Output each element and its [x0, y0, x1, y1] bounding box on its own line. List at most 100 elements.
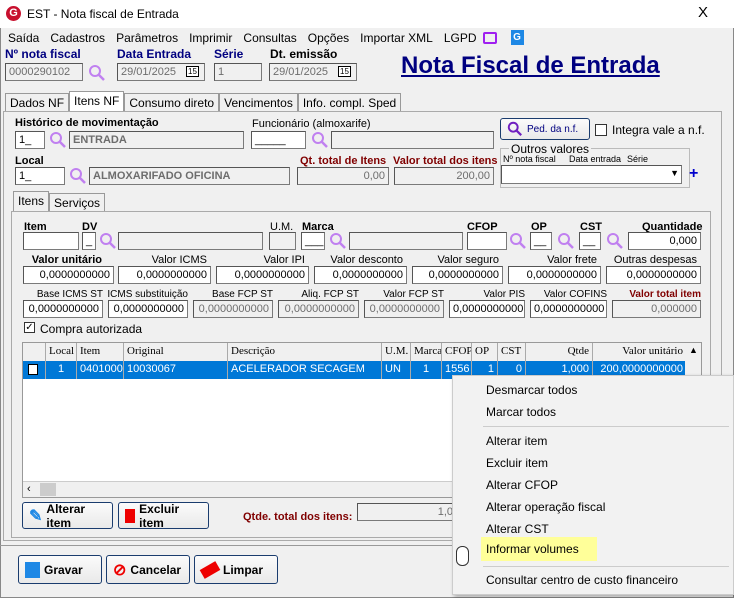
tab-consumo-direto[interactable]: Consumo direto — [124, 93, 220, 111]
menu-consultas[interactable]: Consultas — [243, 31, 296, 45]
gravar-button[interactable]: Gravar — [18, 555, 102, 584]
limpar-button[interactable]: Limpar — [194, 555, 278, 584]
value-field[interactable]: 0,0000000000 — [23, 266, 114, 284]
funcionario-code-field[interactable]: _____ — [251, 131, 306, 149]
dv-field[interactable]: _ — [82, 232, 96, 250]
menu-item-consultar-centro-custo[interactable]: Consultar centro de custo financeiro — [486, 573, 678, 587]
cfop-field[interactable] — [467, 232, 507, 250]
column-header[interactable]: CFOP — [442, 343, 472, 361]
outros-valores-dropdown[interactable]: ▼ — [501, 165, 682, 184]
value-field[interactable]: 0,0000000000 — [108, 300, 188, 318]
local-code-field[interactable]: 1_ — [15, 167, 65, 185]
value-field[interactable]: 0,0000000000 — [118, 266, 211, 284]
add-icon[interactable]: + — [689, 165, 698, 183]
column-header[interactable]: Valor unitário — [593, 343, 687, 361]
menu-saida[interactable]: Saída — [8, 31, 39, 45]
menu-bar: Saída Cadastros Parâmetros Imprimir Cons… — [8, 30, 535, 45]
column-header[interactable]: Qtde — [526, 343, 593, 361]
window-title: EST - Nota fiscal de Entrada — [27, 7, 179, 21]
integra-checkbox[interactable] — [595, 124, 607, 136]
dt-emissao-label: Dt. emissão — [270, 47, 338, 61]
calendar-icon[interactable]: 15 — [186, 66, 199, 77]
search-icon[interactable] — [69, 167, 87, 185]
column-header[interactable]: CST — [498, 343, 526, 361]
column-header[interactable]: Descrição — [228, 343, 382, 361]
tab-info-compl-sped[interactable]: Info. compl. Sped — [297, 93, 402, 111]
tab-itens-nf[interactable]: Itens NF — [69, 91, 125, 111]
menu-item-alterar-operacao-fiscal[interactable]: Alterar operação fiscal — [486, 500, 605, 514]
menu-item-alterar-item[interactable]: Alterar item — [486, 434, 547, 448]
limpar-label: Limpar — [223, 562, 264, 577]
search-icon[interactable] — [99, 232, 117, 250]
search-icon[interactable] — [329, 232, 347, 250]
menu-item-informar-volumes[interactable]: Informar volumes — [481, 537, 597, 561]
value-field[interactable]: 0,0000000000 — [23, 300, 103, 318]
menu-lgpd[interactable]: LGPD — [444, 31, 477, 45]
value-field[interactable]: 0,0000000000 — [449, 300, 525, 318]
tab-itens[interactable]: Itens — [13, 191, 50, 211]
search-icon[interactable] — [88, 64, 106, 82]
search-icon[interactable] — [49, 131, 67, 149]
save-icon — [25, 561, 40, 578]
valor-total-label: Valor total dos itens — [393, 155, 498, 167]
menu-item-alterar-cfop[interactable]: Alterar CFOP — [486, 478, 558, 492]
value-field[interactable]: 0,0000000000 — [216, 266, 309, 284]
value-label: Valor PIS — [483, 289, 526, 300]
item-field[interactable] — [23, 232, 79, 250]
data-entrada-value: 29/01/2025 — [121, 66, 177, 78]
title-bar: G EST - Nota fiscal de Entrada X — [0, 0, 734, 28]
menu-item-marcar-todos[interactable]: Marcar todos — [486, 405, 556, 419]
outros-col-data: Data entrada — [569, 154, 622, 164]
calendar-icon[interactable]: 15 — [338, 66, 351, 77]
menu-item-desmarcar-todos[interactable]: Desmarcar todos — [486, 383, 577, 397]
menu-opcoes[interactable]: Opções — [308, 31, 349, 45]
historico-code-field[interactable]: 1_ — [15, 131, 45, 149]
tab-vencimentos[interactable]: Vencimentos — [219, 93, 298, 111]
scroll-up-icon[interactable]: ▲ — [689, 345, 698, 355]
tab-dados-nf[interactable]: Dados NF — [5, 93, 70, 111]
row-checkbox[interactable] — [28, 364, 38, 375]
serie-field[interactable]: 1 — [214, 63, 262, 81]
value-field[interactable]: 0,0000000000 — [530, 300, 607, 318]
column-header[interactable] — [23, 343, 46, 361]
column-header[interactable]: U.M. — [382, 343, 411, 361]
search-icon[interactable] — [311, 131, 329, 149]
menu-item-alterar-cst[interactable]: Alterar CST — [486, 522, 549, 536]
column-header[interactable]: Item — [77, 343, 124, 361]
cst-field[interactable]: __ — [579, 232, 601, 250]
search-icon[interactable] — [557, 232, 575, 250]
menu-importar-xml[interactable]: Importar XML — [360, 31, 433, 45]
cancelar-button[interactable]: ⊘ Cancelar — [106, 555, 190, 584]
column-header[interactable]: OP — [472, 343, 498, 361]
menu-item-excluir-item[interactable]: Excluir item — [486, 456, 548, 470]
quantidade-field[interactable]: 0,000 — [628, 232, 701, 250]
value-field[interactable]: 0,0000000000 — [508, 266, 601, 284]
search-icon[interactable] — [509, 232, 527, 250]
ped-nf-button[interactable]: Ped. da n.f. — [500, 118, 590, 140]
value-label: Outras despesas — [613, 254, 697, 266]
monitor-icon[interactable] — [482, 31, 497, 44]
op-field[interactable]: __ — [530, 232, 552, 250]
tab-servicos[interactable]: Serviços — [49, 193, 106, 211]
scroll-thumb[interactable] — [40, 483, 56, 496]
menu-parametros[interactable]: Parâmetros — [116, 31, 178, 45]
value-label: Valor COFINS — [543, 289, 607, 300]
menu-imprimir[interactable]: Imprimir — [189, 31, 232, 45]
column-header[interactable]: Marca — [411, 343, 442, 361]
column-header[interactable]: Local — [46, 343, 77, 361]
column-header[interactable]: Original — [124, 343, 228, 361]
value-field[interactable]: 0,0000000000 — [606, 266, 701, 284]
value-field: 0,0000000000 — [193, 300, 273, 318]
excluir-item-button[interactable]: Excluir item — [118, 502, 209, 530]
menu-cadastros[interactable]: Cadastros — [50, 31, 105, 45]
close-button[interactable]: X — [698, 4, 708, 21]
alterar-item-button[interactable]: ✎ Alterar item — [22, 502, 113, 530]
nf-number-field[interactable]: 0000290102 — [5, 63, 83, 81]
scroll-left-icon[interactable]: ‹ — [27, 483, 31, 495]
search-icon[interactable] — [606, 232, 624, 250]
value-field[interactable]: 0,0000000000 — [314, 266, 407, 284]
value-field[interactable]: 0,0000000000 — [412, 266, 503, 284]
compra-autorizada-checkbox[interactable]: ✓ — [24, 322, 35, 333]
marca-field[interactable]: ___ — [301, 232, 325, 250]
g-app-icon[interactable]: G — [510, 30, 524, 45]
